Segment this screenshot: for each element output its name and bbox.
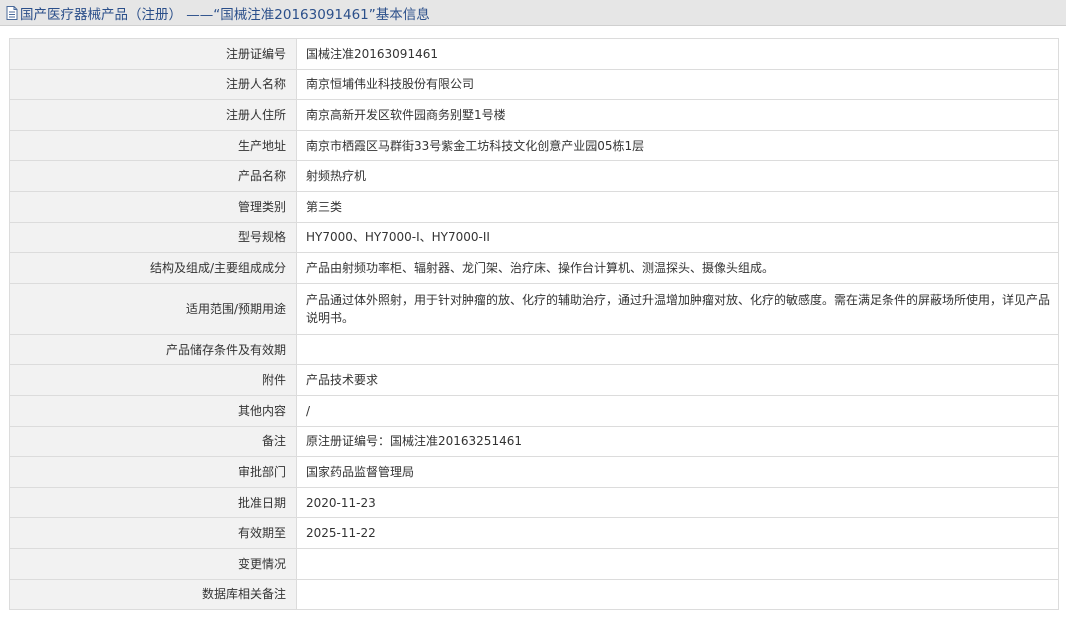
table-row-model-spec: 型号规格 HY7000、HY7000-I、HY7000-II: [9, 221, 1059, 254]
row-label: 结构及组成/主要组成成分: [9, 252, 297, 284]
row-value: [296, 547, 1059, 580]
table-row-registration-number: 注册证编号 国械注准20163091461: [9, 38, 1059, 70]
row-value: 产品技术要求: [296, 364, 1059, 396]
row-value: 2025-11-22: [296, 517, 1059, 549]
row-value: [296, 578, 1059, 611]
row-label: 变更情况: [9, 547, 297, 580]
table-row-approval-department: 审批部门 国家药品监督管理局: [9, 456, 1059, 488]
table-row-valid-until: 有效期至 2025-11-22: [9, 517, 1059, 549]
row-label: 适用范围/预期用途: [9, 282, 297, 335]
row-value: [296, 333, 1059, 366]
row-label: 有效期至: [9, 517, 297, 549]
row-value: 南京高新开发区软件园商务别墅1号楼: [296, 99, 1059, 131]
table-row-production-address: 生产地址 南京市栖霞区马群街33号紫金工坊科技文化创意产业园05栋1层: [9, 129, 1059, 162]
table-row-database-remarks: 数据库相关备注: [9, 578, 1059, 611]
row-label: 附件: [9, 364, 297, 396]
table-row-intended-use: 适用范围/预期用途 产品通过体外照射，用于针对肿瘤的放、化疗的辅助治疗，通过升温…: [9, 282, 1059, 335]
row-label: 管理类别: [9, 190, 297, 223]
row-label: 产品名称: [9, 160, 297, 192]
table-row-attachment: 附件 产品技术要求: [9, 364, 1059, 396]
device-info-table: 注册证编号 国械注准20163091461 注册人名称 南京恒埔伟业科技股份有限…: [9, 38, 1059, 611]
row-label: 数据库相关备注: [9, 578, 297, 611]
table-row-registrant-name: 注册人名称 南京恒埔伟业科技股份有限公司: [9, 68, 1059, 101]
row-label: 批准日期: [9, 486, 297, 519]
table-row-approval-date: 批准日期 2020-11-23: [9, 486, 1059, 519]
page-title: 国产医疗器械产品（注册） ——“国械注准20163091461”基本信息: [20, 6, 430, 23]
document-icon: [6, 5, 18, 20]
table-row-change-status: 变更情况: [9, 547, 1059, 580]
table-row-remarks: 备注 原注册证编号：国械注准20163251461: [9, 425, 1059, 458]
row-label: 型号规格: [9, 221, 297, 254]
row-value: 2020-11-23: [296, 486, 1059, 519]
row-label: 审批部门: [9, 456, 297, 488]
table-row-registrant-address: 注册人住所 南京高新开发区软件园商务别墅1号楼: [9, 99, 1059, 131]
row-value: 南京市栖霞区马群街33号紫金工坊科技文化创意产业园05栋1层: [296, 129, 1059, 162]
row-value: HY7000、HY7000-I、HY7000-II: [296, 221, 1059, 254]
table-row-management-category: 管理类别 第三类: [9, 190, 1059, 223]
page-header: 国产医疗器械产品（注册） ——“国械注准20163091461”基本信息: [0, 0, 1066, 26]
row-value: 射频热疗机: [296, 160, 1059, 192]
row-value: 南京恒埔伟业科技股份有限公司: [296, 68, 1059, 101]
row-value: 原注册证编号：国械注准20163251461: [296, 425, 1059, 458]
row-value: /: [296, 394, 1059, 427]
table-row-product-name: 产品名称 射频热疗机: [9, 160, 1059, 192]
row-value: 产品由射频功率柜、辐射器、龙门架、治疗床、操作台计算机、测温探头、摄像头组成。: [296, 252, 1059, 284]
row-label: 注册证编号: [9, 38, 297, 70]
row-label: 注册人名称: [9, 68, 297, 101]
row-value: 国械注准20163091461: [296, 38, 1059, 70]
row-label: 产品储存条件及有效期: [9, 333, 297, 366]
row-label: 其他内容: [9, 394, 297, 427]
table-row-other-content: 其他内容 /: [9, 394, 1059, 427]
row-label: 备注: [9, 425, 297, 458]
row-label: 生产地址: [9, 129, 297, 162]
row-value: 国家药品监督管理局: [296, 456, 1059, 488]
row-value: 产品通过体外照射，用于针对肿瘤的放、化疗的辅助治疗，通过升温增加肿瘤对放、化疗的…: [296, 282, 1059, 335]
table-row-storage-conditions: 产品储存条件及有效期: [9, 333, 1059, 366]
row-label: 注册人住所: [9, 99, 297, 131]
row-value: 第三类: [296, 190, 1059, 223]
table-row-structure-composition: 结构及组成/主要组成成分 产品由射频功率柜、辐射器、龙门架、治疗床、操作台计算机…: [9, 252, 1059, 284]
